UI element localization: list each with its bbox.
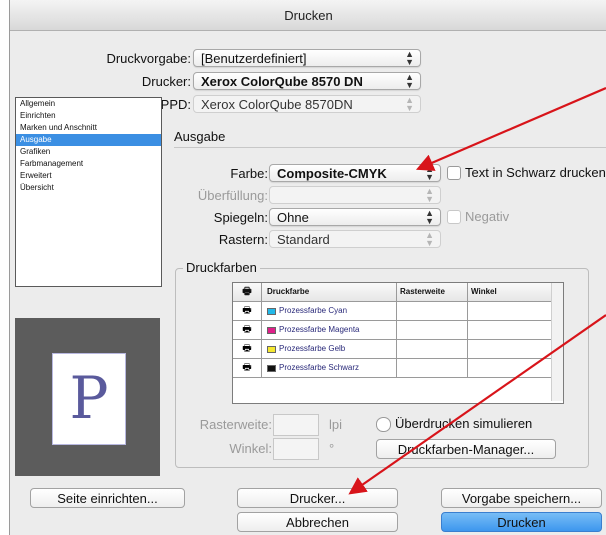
rastern-value: Standard	[277, 232, 330, 247]
title-bar: Drucken	[10, 0, 606, 31]
ink-name: Prozessfarbe Gelb	[279, 344, 346, 353]
ink-name: Prozessfarbe Magenta	[279, 325, 360, 334]
print-toggle-icon[interactable]: 🖶	[233, 302, 262, 320]
column-divider	[467, 321, 468, 339]
section-divider	[174, 147, 606, 148]
farbe-select[interactable]: Composite-CMYK ▲ ▼	[269, 164, 441, 182]
category-list: Allgemein Einrichten Marken und Anschnit…	[15, 97, 162, 287]
sidebar-item-farbmanagement[interactable]: Farbmanagement	[16, 158, 161, 170]
col-rasterweite: Rasterweite	[400, 287, 445, 296]
stepper-arrows-icon: ▲ ▼	[405, 49, 414, 67]
rastern-label: Rastern:	[218, 232, 268, 247]
druckfarben-manager-button[interactable]: Druckfarben-Manager...	[376, 439, 556, 459]
color-swatch	[267, 308, 276, 315]
text-schwarz-label: Text in Schwarz drucken	[465, 165, 606, 180]
col-winkel: Winkel	[471, 287, 497, 296]
column-divider	[396, 359, 397, 377]
printer-select[interactable]: Xerox ColorQube 8570 DN ▲ ▼	[193, 72, 421, 90]
print-toggle-icon[interactable]: 🖶	[233, 321, 262, 339]
farbe-label: Farbe:	[230, 166, 268, 181]
sidebar-item-uebersicht[interactable]: Übersicht	[16, 182, 161, 194]
winkel-label: Winkel:	[229, 441, 272, 456]
col-druckfarbe: Druckfarbe	[267, 287, 310, 296]
text-schwarz-checkbox[interactable]	[447, 166, 461, 180]
color-swatch	[267, 365, 276, 372]
ppd-select: Xerox ColorQube 8570DN ▲ ▼	[193, 95, 421, 113]
ueberfuellung-select: ▲ ▼	[269, 186, 441, 204]
stepper-arrows-icon: ▲ ▼	[405, 72, 414, 90]
preset-label: Druckvorgabe:	[106, 51, 191, 66]
ink-table: 🖶 Druckfarbe Rasterweite Winkel 🖶 Prozes…	[232, 282, 564, 404]
preset-value: [Benutzerdefiniert]	[201, 51, 307, 66]
winkel-field	[273, 438, 319, 460]
spiegeln-select[interactable]: Ohne ▲ ▼	[269, 208, 441, 226]
stepper-arrows-icon: ▲ ▼	[425, 164, 434, 182]
print-dialog: Drucken Druckvorgabe: [Benutzerdefiniert…	[9, 0, 606, 535]
rasterweite-unit: lpi	[329, 417, 343, 432]
ueberdrucken-checkbox[interactable]	[376, 417, 391, 432]
ink-name: Prozessfarbe Schwarz	[279, 363, 360, 372]
abbrechen-button[interactable]: Abbrechen	[237, 512, 398, 532]
ueberdrucken-label: Überdrucken simulieren	[395, 416, 533, 431]
column-divider	[396, 283, 397, 301]
page-preview: P	[15, 318, 160, 476]
rastern-select: Standard ▲ ▼	[269, 230, 441, 248]
farbe-value: Composite-CMYK	[277, 166, 387, 181]
stepper-arrows-icon: ▲ ▼	[425, 208, 434, 226]
rasterweite-label: Rasterweite:	[199, 417, 272, 432]
ink-table-scrollbar[interactable]	[551, 283, 563, 401]
preview-glyph: P	[69, 364, 109, 432]
spiegeln-value: Ohne	[277, 210, 309, 225]
column-divider	[467, 283, 468, 301]
printer-value: Xerox ColorQube 8570 DN	[201, 74, 363, 89]
stepper-arrows-icon: ▲ ▼	[425, 230, 434, 248]
vorgabe-speichern-button[interactable]: Vorgabe speichern...	[441, 488, 602, 508]
winkel-unit: °	[329, 441, 335, 456]
column-divider	[467, 302, 468, 320]
sidebar-item-allgemein[interactable]: Allgemein	[16, 98, 161, 110]
column-divider	[467, 359, 468, 377]
ueberfuellung-label: Überfüllung:	[197, 188, 268, 203]
table-row[interactable]: 🖶 Prozessfarbe Gelb	[233, 340, 551, 359]
print-toggle-icon[interactable]: 🖶	[233, 340, 262, 358]
preview-page: P	[52, 353, 126, 445]
ppd-value: Xerox ColorQube 8570DN	[201, 97, 353, 112]
color-swatch	[267, 346, 276, 353]
rasterweite-field	[273, 414, 319, 436]
column-divider	[396, 340, 397, 358]
sidebar-item-ausgabe[interactable]: Ausgabe	[16, 134, 161, 146]
druckfarben-title: Druckfarben	[183, 260, 260, 275]
sidebar-item-marken-und-anschnitt[interactable]: Marken und Anschnitt	[16, 122, 161, 134]
ppd-label: PPD:	[160, 97, 191, 112]
negativ-label: Negativ	[465, 209, 510, 224]
stepper-arrows-icon: ▲ ▼	[425, 186, 434, 204]
negativ-checkbox	[447, 210, 461, 224]
sidebar-item-grafiken[interactable]: Grafiken	[16, 146, 161, 158]
table-row[interactable]: 🖶 Prozessfarbe Schwarz	[233, 359, 551, 378]
table-row[interactable]: 🖶 Prozessfarbe Cyan	[233, 302, 551, 321]
printer-label: Drucker:	[141, 74, 191, 89]
ink-table-header: 🖶 Druckfarbe Rasterweite Winkel	[233, 283, 551, 302]
print-toggle-icon[interactable]: 🖶	[233, 359, 262, 377]
ink-name: Prozessfarbe Cyan	[279, 306, 348, 315]
table-row[interactable]: 🖶 Prozessfarbe Magenta	[233, 321, 551, 340]
drucker-button[interactable]: Drucker...	[237, 488, 398, 508]
seite-einrichten-button[interactable]: Seite einrichten...	[30, 488, 185, 508]
spiegeln-label: Spiegeln:	[213, 210, 268, 225]
stepper-arrows-icon: ▲ ▼	[405, 95, 414, 113]
column-divider	[396, 321, 397, 339]
section-heading-ausgabe: Ausgabe	[174, 129, 226, 144]
column-divider	[467, 340, 468, 358]
sidebar-item-einrichten[interactable]: Einrichten	[16, 110, 161, 122]
column-divider	[396, 302, 397, 320]
color-swatch	[267, 327, 276, 334]
window-title: Drucken	[284, 8, 333, 23]
sidebar-item-erweitert[interactable]: Erweitert	[16, 170, 161, 182]
preset-select[interactable]: [Benutzerdefiniert] ▲ ▼	[193, 49, 421, 67]
drucken-button[interactable]: Drucken	[441, 512, 602, 532]
printer-icon: 🖶	[233, 283, 262, 301]
